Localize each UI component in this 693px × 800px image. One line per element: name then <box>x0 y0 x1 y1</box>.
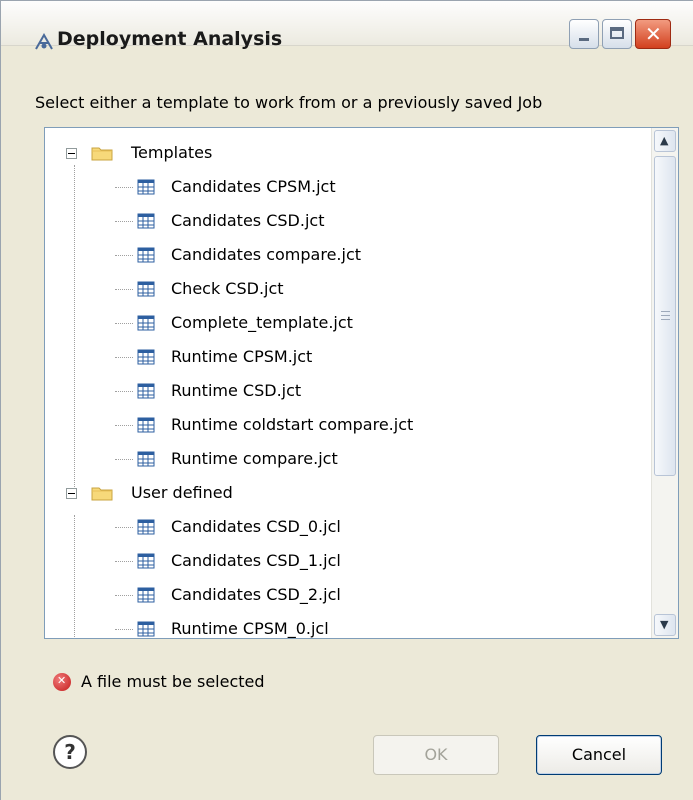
job-file-icon <box>137 451 155 467</box>
tree-connector <box>115 561 133 562</box>
tree-folder-label: User defined <box>131 483 233 502</box>
deployment-analysis-dialog: Deployment Analysis Select either a temp… <box>0 0 693 800</box>
tree-item-label: Candidates CSD_0.jcl <box>171 517 341 536</box>
job-file-icon <box>137 417 155 433</box>
tree-connector <box>115 629 133 630</box>
job-file-icon <box>137 315 155 331</box>
tree-connector <box>115 425 133 426</box>
tree-item[interactable]: Runtime compare.jct <box>45 442 645 476</box>
collapse-icon[interactable] <box>66 148 77 159</box>
tree-connector <box>115 187 133 188</box>
tree-item[interactable]: Check CSD.jct <box>45 272 645 306</box>
tree-folder-user-defined[interactable]: User defined <box>45 476 645 510</box>
tree-item-label: Runtime CSD.jct <box>171 381 302 400</box>
job-file-icon <box>137 247 155 263</box>
job-file-icon <box>137 519 155 535</box>
tree-item[interactable]: Candidates CPSM.jct <box>45 170 645 204</box>
tree-item[interactable]: Complete_template.jct <box>45 306 645 340</box>
scroll-thumb[interactable] <box>654 156 676 476</box>
deployment-icon <box>35 32 53 50</box>
job-file-icon <box>137 213 155 229</box>
tree-item-label: Candidates CSD_1.jcl <box>171 551 341 570</box>
folder-icon <box>91 147 113 161</box>
instruction-label: Select either a template to work from or… <box>35 93 543 112</box>
job-file-icon <box>137 383 155 399</box>
tree-item-label: Complete_template.jct <box>171 313 353 332</box>
job-file-icon <box>137 349 155 365</box>
tree-connector <box>115 357 133 358</box>
tree-connector <box>115 323 133 324</box>
tree-item-label: Runtime compare.jct <box>171 449 338 468</box>
tree-connector <box>115 221 133 222</box>
file-tree[interactable]: Templates Candidates CPSM.jct Candidates… <box>44 127 679 639</box>
tree-item-label: Candidates CSD.jct <box>171 211 325 230</box>
tree-item[interactable]: Runtime coldstart compare.jct <box>45 408 645 442</box>
close-button[interactable] <box>635 19 671 49</box>
folder-icon <box>91 487 113 501</box>
tree-connector <box>115 595 133 596</box>
ok-button[interactable]: OK <box>373 735 499 775</box>
tree-item-label: Runtime coldstart compare.jct <box>171 415 414 434</box>
cancel-button[interactable]: Cancel <box>536 735 662 775</box>
tree-connector <box>115 391 133 392</box>
error-text: A file must be selected <box>81 672 265 691</box>
tree-folder-templates[interactable]: Templates <box>45 136 645 170</box>
grip-line <box>661 319 670 320</box>
chevron-up-icon: ▲ <box>660 134 669 147</box>
chevron-down-icon: ▼ <box>660 618 669 631</box>
tree-item-label: Candidates CSD_2.jcl <box>171 585 341 604</box>
tree-item-label: Runtime CPSM_0.jcl <box>171 619 329 638</box>
job-file-icon <box>137 621 155 637</box>
job-file-icon <box>137 281 155 297</box>
grip-line <box>661 311 670 312</box>
tree-connector <box>115 289 133 290</box>
tree-item[interactable]: Candidates CSD_1.jcl <box>45 544 645 578</box>
tree-item[interactable]: Runtime CPSM_0.jcl <box>45 612 645 638</box>
minimize-button[interactable] <box>569 19 599 49</box>
tree-item[interactable]: Candidates CSD.jct <box>45 204 645 238</box>
grip-line <box>661 315 670 316</box>
tree-item-label: Runtime CPSM.jct <box>171 347 313 366</box>
tree-item[interactable]: Runtime CPSM.jct <box>45 340 645 374</box>
tree-item-label: Candidates CPSM.jct <box>171 177 336 196</box>
title-bar[interactable]: Deployment Analysis <box>1 1 693 50</box>
tree-item-label: Check CSD.jct <box>171 279 284 298</box>
tree-item[interactable]: Candidates CSD_0.jcl <box>45 510 645 544</box>
collapse-icon[interactable] <box>66 488 77 499</box>
job-file-icon <box>137 553 155 569</box>
tree-connector <box>115 459 133 460</box>
vertical-scrollbar[interactable]: ▲ ▼ <box>651 128 678 638</box>
tree-item-label: Candidates compare.jct <box>171 245 362 264</box>
help-icon: ? <box>64 740 76 764</box>
error-icon <box>53 673 71 691</box>
scroll-down-button[interactable]: ▼ <box>654 614 676 636</box>
tree-folder-label: Templates <box>131 143 213 162</box>
job-file-icon <box>137 587 155 603</box>
window-title: Deployment Analysis <box>57 28 283 50</box>
help-button[interactable]: ? <box>53 735 87 769</box>
tree-connector <box>115 255 133 256</box>
scroll-up-button[interactable]: ▲ <box>654 130 676 152</box>
tree-item[interactable]: Candidates CSD_2.jcl <box>45 578 645 612</box>
tree-connector <box>115 527 133 528</box>
tree-item[interactable]: Runtime CSD.jct <box>45 374 645 408</box>
job-file-icon <box>137 179 155 195</box>
tree-item[interactable]: Candidates compare.jct <box>45 238 645 272</box>
maximize-button[interactable] <box>602 19 632 49</box>
